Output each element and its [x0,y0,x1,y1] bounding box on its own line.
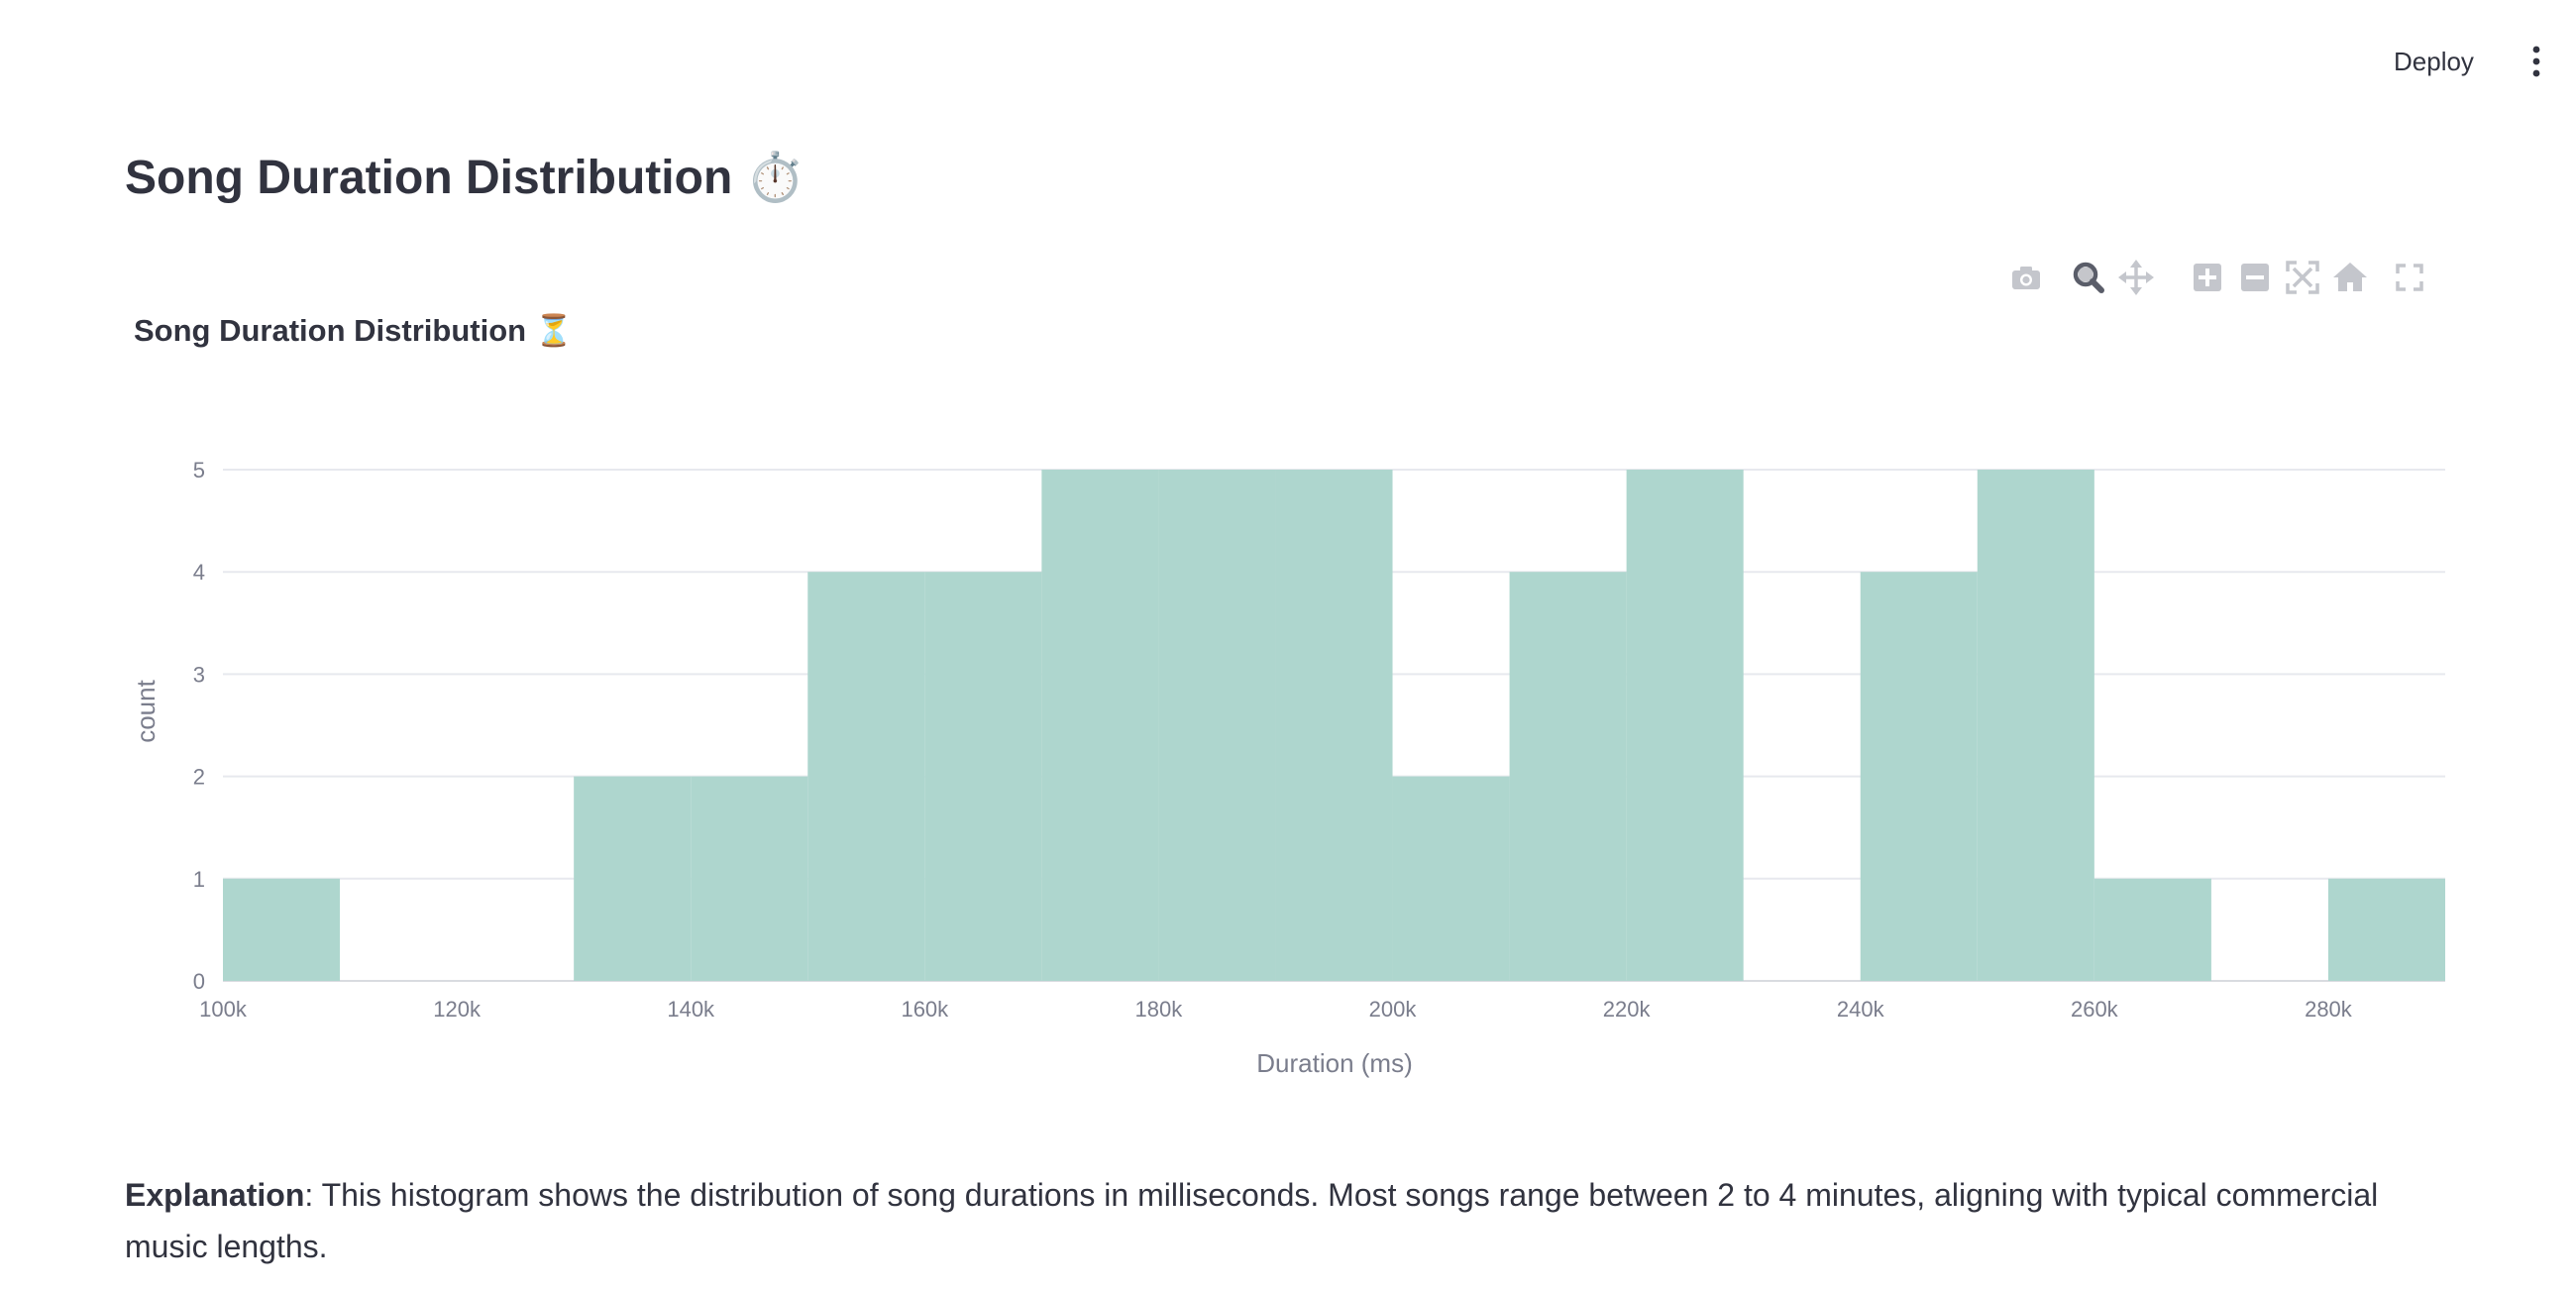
histogram-bar[interactable] [1977,470,2094,981]
y-tick-label: 5 [193,458,205,483]
x-tick-label: 220k [1603,997,1652,1022]
histogram-bar[interactable] [691,776,808,981]
y-axis-label: count [131,679,161,742]
explanation-label: Explanation [125,1177,305,1213]
histogram-svg: Song Duration Distribution ⏳ 100k 120k 140… [131,312,2445,1078]
explanation-text: Explanation: This histogram shows the di… [125,1169,2443,1272]
x-tick-label: 260k [2071,997,2119,1022]
y-tick-label: 2 [193,765,205,790]
stopwatch-icon: ⏱️ [745,152,805,204]
histogram-bar[interactable] [223,878,341,981]
histogram-bar[interactable] [2327,878,2445,981]
histogram-bar[interactable] [1158,470,1276,981]
histogram-bar[interactable] [924,572,1042,981]
histogram-bar[interactable] [1275,470,1393,981]
x-tick-label: 160k [901,997,949,1022]
y-tick-label: 0 [193,969,205,994]
y-tick-label: 1 [193,867,205,892]
kebab-menu-icon[interactable] [2524,44,2548,79]
deploy-button[interactable]: Deploy [2382,40,2486,83]
histogram-chart: Song Duration Distribution ⏳ 100k 120k 140… [125,248,2453,1100]
x-tick-label: 180k [1135,997,1184,1022]
histogram-bar[interactable] [1392,776,1510,981]
app-header: Deploy [0,0,2576,124]
page-title-text: Song Duration Distribution [125,152,733,204]
histogram-bar[interactable] [2093,878,2211,981]
y-tick-label: 3 [193,662,205,687]
histogram-bars [223,470,2445,981]
histogram-bar[interactable] [1860,572,1978,981]
x-tick-label: 100k [199,997,248,1022]
histogram-bar[interactable] [1626,470,1744,981]
x-tick-label: 280k [2305,997,2353,1022]
explanation-body: : This histogram shows the distribution … [125,1177,2379,1264]
x-axis-label: Duration (ms) [1256,1048,1412,1078]
histogram-bar[interactable] [574,776,692,981]
x-tick-label: 120k [433,997,482,1022]
chart-title: Song Duration Distribution ⏳ [134,312,573,348]
x-tick-label: 140k [667,997,715,1022]
x-axis-ticks: 100k 120k 140k 160k 180k 200k 220k 240k 260k 280k [199,997,2353,1022]
histogram-bar[interactable] [1509,572,1627,981]
y-axis-ticks: 0 1 2 3 4 5 [193,458,205,994]
histogram-bar[interactable] [1041,470,1159,981]
x-tick-label: 200k [1369,997,1418,1022]
y-tick-label: 4 [193,560,205,585]
histogram-bar[interactable] [807,572,925,981]
x-tick-label: 240k [1837,997,1885,1022]
page-title: Song Duration Distribution ⏱️ [125,149,805,205]
